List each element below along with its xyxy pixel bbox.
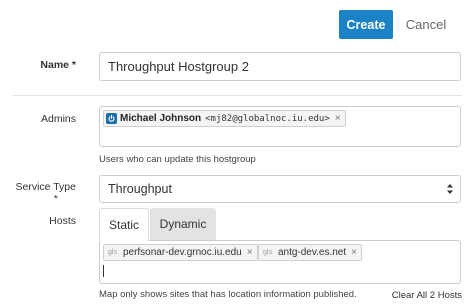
section-divider (12, 95, 462, 96)
service-type-value: Throughput (108, 182, 172, 196)
host-name: antg-dev.es.net (277, 247, 347, 258)
service-type-label: Service Type * (15, 181, 76, 205)
create-button[interactable]: Create (339, 10, 393, 39)
service-type-select[interactable]: Throughput (99, 175, 461, 203)
tab-static[interactable]: Static (99, 208, 149, 241)
host-source-badge: gls (263, 249, 272, 256)
remove-admin-icon[interactable]: × (335, 113, 341, 124)
host-source-badge: gls (108, 249, 117, 256)
remove-host-icon[interactable]: × (351, 247, 357, 258)
clear-all-hosts-button[interactable]: Clear All 2 Hosts (392, 290, 462, 301)
admin-tag: Michael Johnson <mj82@globalnoc.iu.edu> … (103, 110, 346, 127)
remove-host-icon[interactable]: × (247, 247, 253, 258)
cancel-button[interactable]: Cancel (404, 10, 448, 39)
name-input-value: Throughput Hostgroup 2 (108, 59, 249, 74)
select-arrows-icon (447, 184, 453, 194)
host-name: perfsonar-dev.grnoc.iu.edu (122, 247, 242, 258)
admins-label: Admins (40, 113, 76, 125)
name-input[interactable]: Throughput Hostgroup 2 (99, 52, 461, 81)
hosts-label: Hosts (49, 215, 76, 227)
admins-input[interactable]: Michael Johnson <mj82@globalnoc.iu.edu> … (99, 106, 461, 147)
map-note: Map only shows sites that has location i… (99, 289, 357, 300)
host-tag: gls antg-dev.es.net × (258, 244, 362, 261)
hosts-input[interactable]: gls perfsonar-dev.grnoc.iu.edu × gls ant… (99, 240, 461, 284)
host-tag: gls perfsonar-dev.grnoc.iu.edu × (103, 244, 258, 261)
admin-name: Michael Johnson (120, 113, 202, 124)
power-icon (106, 113, 117, 124)
name-label: Name * (40, 59, 76, 71)
admins-help-text: Users who can update this hostgroup (99, 154, 256, 165)
text-cursor (103, 265, 104, 277)
admin-email: <mj82@globalnoc.iu.edu> (205, 113, 330, 124)
tab-dynamic[interactable]: Dynamic (150, 208, 216, 240)
